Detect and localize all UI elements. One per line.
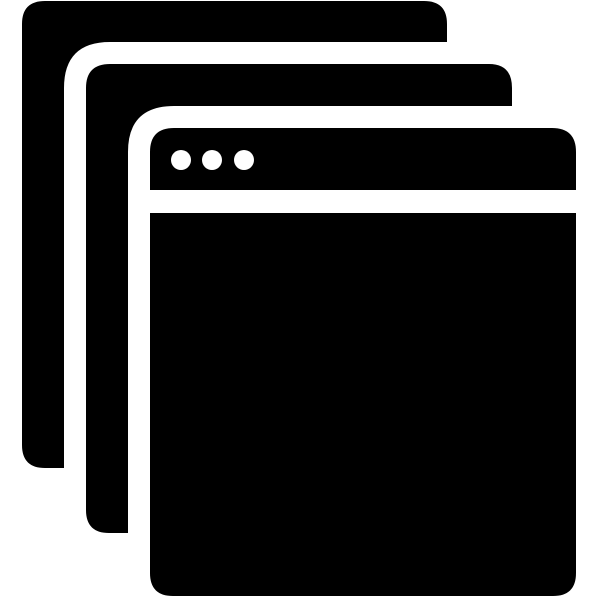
window-controls [171, 150, 254, 170]
window-dot-icon [202, 150, 222, 170]
multiple-browser-windows-icon [22, 1, 576, 596]
front-window-body [150, 213, 576, 596]
window-dot-icon [171, 150, 191, 170]
icon-canvas [0, 0, 597, 597]
window-dot-icon [234, 150, 254, 170]
